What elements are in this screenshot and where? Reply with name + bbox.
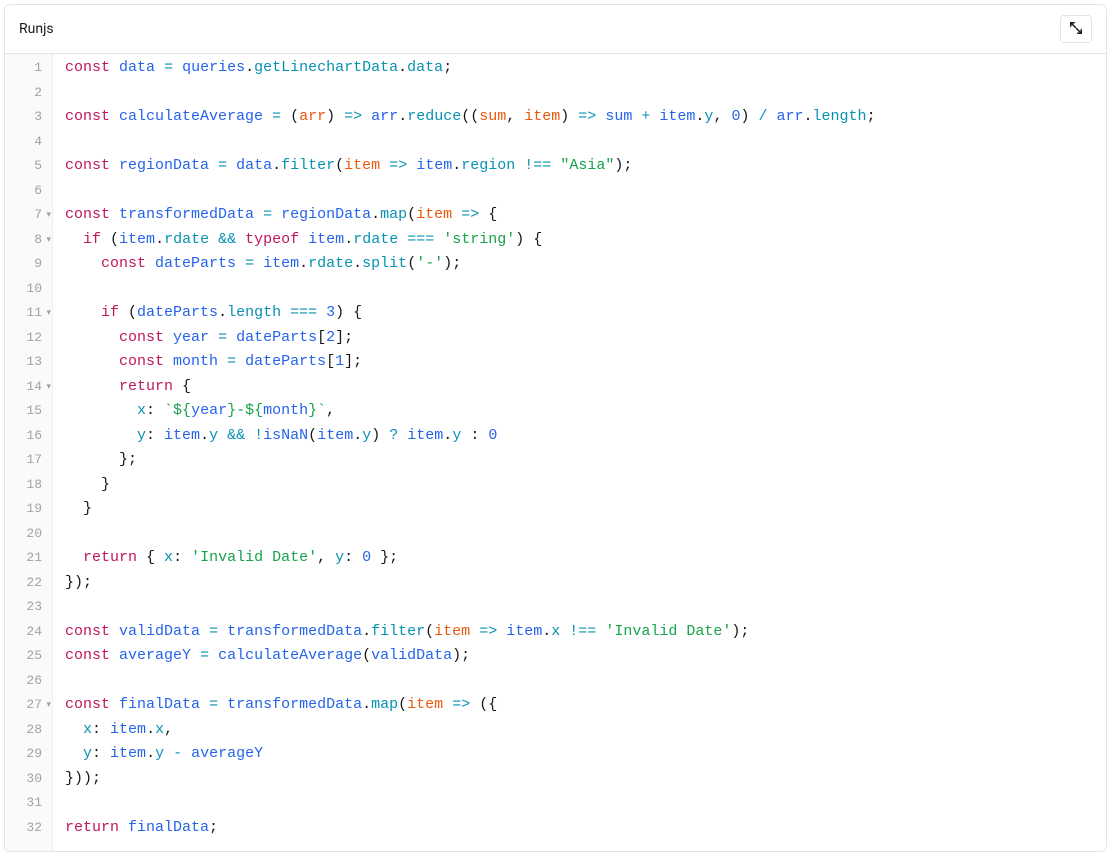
code-line[interactable]: return { <box>65 375 1106 400</box>
line-number: 22 <box>5 571 52 596</box>
code-line[interactable]: const validData = transformedData.filter… <box>65 620 1106 645</box>
line-number: 6 <box>5 179 52 204</box>
tab-label[interactable]: Runjs <box>19 21 54 37</box>
line-number: 19 <box>5 497 52 522</box>
code-line[interactable] <box>65 522 1106 547</box>
code-line[interactable]: } <box>65 473 1106 498</box>
code-line[interactable]: if (dateParts.length === 3) { <box>65 301 1106 326</box>
line-number: 3 <box>5 105 52 130</box>
expand-icon <box>1069 21 1083 38</box>
code-line[interactable] <box>65 277 1106 302</box>
code-line[interactable]: x: item.x, <box>65 718 1106 743</box>
code-line[interactable]: return finalData; <box>65 816 1106 841</box>
line-number: 32 <box>5 816 52 841</box>
line-number: 5 <box>5 154 52 179</box>
line-number: 12 <box>5 326 52 351</box>
line-number-gutter: 1234567891011121314151617181920212223242… <box>5 54 53 851</box>
code-line[interactable]: if (item.rdate && typeof item.rdate === … <box>65 228 1106 253</box>
line-number: 27 <box>5 693 52 718</box>
line-number: 20 <box>5 522 52 547</box>
code-line[interactable]: y: item.y - averageY <box>65 742 1106 767</box>
line-number: 15 <box>5 399 52 424</box>
line-number: 29 <box>5 742 52 767</box>
line-number: 11 <box>5 301 52 326</box>
code-line[interactable]: const dateParts = item.rdate.split('-'); <box>65 252 1106 277</box>
code-line[interactable]: const transformedData = regionData.map(i… <box>65 203 1106 228</box>
code-line[interactable] <box>65 179 1106 204</box>
line-number: 7 <box>5 203 52 228</box>
code-content[interactable]: const data = queries.getLinechartData.da… <box>53 54 1106 851</box>
line-number: 8 <box>5 228 52 253</box>
line-number: 30 <box>5 767 52 792</box>
code-line[interactable]: return { x: 'Invalid Date', y: 0 }; <box>65 546 1106 571</box>
code-line[interactable]: }); <box>65 571 1106 596</box>
code-panel: Runjs 1234567891011121314151617181920212… <box>4 4 1107 852</box>
code-line[interactable] <box>65 595 1106 620</box>
line-number: 31 <box>5 791 52 816</box>
line-number: 18 <box>5 473 52 498</box>
line-number: 17 <box>5 448 52 473</box>
code-line[interactable] <box>65 81 1106 106</box>
code-line[interactable]: x: `${year}-${month}`, <box>65 399 1106 424</box>
line-number: 14 <box>5 375 52 400</box>
line-number: 2 <box>5 81 52 106</box>
line-number: 10 <box>5 277 52 302</box>
line-number: 13 <box>5 350 52 375</box>
line-number: 25 <box>5 644 52 669</box>
code-line[interactable] <box>65 669 1106 694</box>
line-number: 1 <box>5 56 52 81</box>
line-number: 16 <box>5 424 52 449</box>
code-line[interactable] <box>65 791 1106 816</box>
line-number: 28 <box>5 718 52 743</box>
code-editor[interactable]: 1234567891011121314151617181920212223242… <box>5 54 1106 851</box>
code-line[interactable]: const finalData = transformedData.map(it… <box>65 693 1106 718</box>
code-line[interactable]: })); <box>65 767 1106 792</box>
code-line[interactable]: }; <box>65 448 1106 473</box>
code-line[interactable]: y: item.y && !isNaN(item.y) ? item.y : 0 <box>65 424 1106 449</box>
line-number: 9 <box>5 252 52 277</box>
line-number: 21 <box>5 546 52 571</box>
code-line[interactable]: const data = queries.getLinechartData.da… <box>65 56 1106 81</box>
code-line[interactable]: } <box>65 497 1106 522</box>
code-line[interactable]: const month = dateParts[1]; <box>65 350 1106 375</box>
line-number: 24 <box>5 620 52 645</box>
line-number: 26 <box>5 669 52 694</box>
panel-header: Runjs <box>5 5 1106 54</box>
code-line[interactable]: const regionData = data.filter(item => i… <box>65 154 1106 179</box>
code-line[interactable]: const year = dateParts[2]; <box>65 326 1106 351</box>
code-line[interactable]: const averageY = calculateAverage(validD… <box>65 644 1106 669</box>
code-line[interactable] <box>65 130 1106 155</box>
line-number: 23 <box>5 595 52 620</box>
line-number: 4 <box>5 130 52 155</box>
expand-button[interactable] <box>1060 15 1092 43</box>
code-line[interactable]: const calculateAverage = (arr) => arr.re… <box>65 105 1106 130</box>
